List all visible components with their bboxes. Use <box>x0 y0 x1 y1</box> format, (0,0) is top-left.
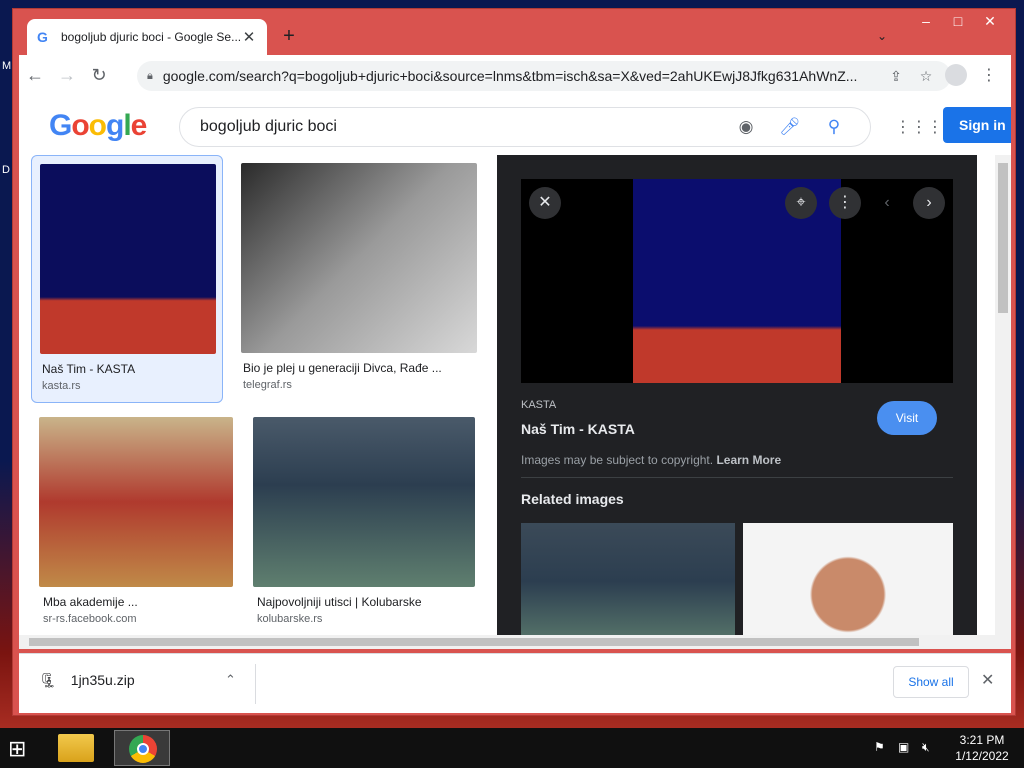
bookmark-star-icon[interactable]: ☆ <box>911 68 941 85</box>
image-result-card[interactable]: Najpovoljniji utisci | Kolubarske koluba… <box>241 411 481 631</box>
lock-icon: 🔒︎ <box>147 69 153 82</box>
close-panel-icon[interactable]: ✕ <box>529 187 561 219</box>
reload-icon[interactable]: ↻ <box>83 65 115 86</box>
chevron-up-icon[interactable]: ⌃ <box>225 672 236 688</box>
result-thumbnail[interactable] <box>241 163 477 353</box>
apps-grid-icon[interactable]: ⋮⋮⋮ <box>895 117 943 137</box>
zip-file-icon: 🗜︎ <box>39 672 57 688</box>
copyright-text: Images may be subject to copyright. <box>521 453 714 467</box>
close-tab-icon[interactable]: ✕ <box>241 28 257 46</box>
taskbar: ⊞ ⚑ ▣ 🔇︎ 3:21 PM 1/12/2022 <box>0 728 1024 768</box>
tab-search-chevron-icon[interactable]: ⌄ <box>877 29 887 43</box>
windows-start-icon[interactable]: ⊞ <box>8 736 26 762</box>
search-box[interactable]: bogoljub djuric boci ◉ 🎤︎ ⚲ <box>179 107 871 147</box>
browser-window: G bogoljub djuric boci - Google Se... ✕ … <box>12 8 1016 716</box>
profile-avatar-icon[interactable] <box>945 64 967 86</box>
related-images-heading: Related images <box>521 491 624 507</box>
microphone-icon[interactable]: 🎤︎ <box>768 117 812 137</box>
volume-muted-icon[interactable]: 🔇︎ <box>922 740 930 755</box>
clock-time: 3:21 PM <box>959 733 1005 747</box>
tab-strip: G bogoljub djuric boci - Google Se... ✕ … <box>13 9 1015 55</box>
back-arrow-icon[interactable]: ← <box>19 65 51 86</box>
result-caption[interactable]: Mba akademije ... <box>43 595 223 609</box>
preview-image-area: ✕ ⌖ ⋮ ‹ › <box>521 179 953 383</box>
maximize-icon[interactable]: □ <box>943 13 973 29</box>
logo-letter: l <box>123 109 131 142</box>
result-thumbnail[interactable] <box>39 417 233 587</box>
image-result-card[interactable]: Mba akademije ... sr-rs.facebook.com <box>31 411 235 631</box>
result-source[interactable]: sr-rs.facebook.com <box>43 613 137 625</box>
browser-menu-icon[interactable]: ⋮ <box>981 65 997 85</box>
image-result-card[interactable]: Naš Tim - KASTA kasta.rs <box>31 155 223 403</box>
result-caption[interactable]: Najpovoljniji utisci | Kolubarske <box>257 595 477 609</box>
chrome-taskbar-button[interactable] <box>114 730 170 766</box>
preview-site-name[interactable]: KASTA <box>521 399 556 411</box>
flag-icon[interactable]: ⚑ <box>874 740 885 754</box>
camera-icon[interactable]: ◉ <box>724 117 768 137</box>
system-clock[interactable]: 3:21 PM 1/12/2022 <box>944 732 1020 764</box>
previous-arrow-icon[interactable]: ‹ <box>871 187 903 219</box>
result-source[interactable]: kasta.rs <box>42 380 81 392</box>
result-source[interactable]: kolubarske.rs <box>257 613 322 625</box>
url-text[interactable]: google.com/search?q=bogoljub+djuric+boci… <box>163 68 881 84</box>
related-image[interactable] <box>521 523 735 649</box>
new-tab-button[interactable]: + <box>277 25 301 48</box>
google-logo[interactable]: Google <box>49 109 148 143</box>
vertical-scrollbar[interactable] <box>995 155 1011 649</box>
desktop-label: M <box>2 60 12 72</box>
copyright-notice: Images may be subject to copyright. Lear… <box>521 453 781 467</box>
network-icon[interactable]: ▣ <box>898 740 909 754</box>
downloads-bar: 🗜︎ 1jn35u.zip ⌃ Show all ✕ <box>19 653 1011 713</box>
logo-letter: g <box>106 109 124 142</box>
google-images-page: Google bogoljub djuric boci ◉ 🎤︎ ⚲ ⋮⋮⋮ S… <box>19 95 1011 649</box>
minimize-icon[interactable]: – <box>911 13 941 29</box>
tab-title: bogoljub djuric boci - Google Se... <box>61 30 241 44</box>
result-thumbnail[interactable] <box>40 164 216 354</box>
share-icon[interactable]: ⇪ <box>881 68 911 85</box>
logo-letter: G <box>49 109 72 142</box>
downloads-divider <box>255 664 256 704</box>
download-item[interactable]: 🗜︎ 1jn35u.zip <box>39 672 135 689</box>
scrollbar-thumb[interactable] <box>998 163 1008 313</box>
search-icon[interactable]: ⚲ <box>812 117 856 137</box>
scrollbar-thumb[interactable] <box>29 638 919 646</box>
file-explorer-icon[interactable] <box>58 734 94 762</box>
panel-divider <box>521 477 953 478</box>
download-file-name[interactable]: 1jn35u.zip <box>71 672 135 688</box>
result-caption[interactable]: Naš Tim - KASTA <box>42 362 218 376</box>
image-preview-panel: ✕ ⌖ ⋮ ‹ › KASTA Naš Tim - KASTA Visit Im… <box>497 155 977 649</box>
next-arrow-icon[interactable]: › <box>913 187 945 219</box>
google-favicon-icon: G <box>37 29 48 45</box>
result-source[interactable]: telegraf.rs <box>243 379 292 391</box>
logo-letter: o <box>71 109 89 142</box>
lens-search-icon[interactable]: ⌖ <box>785 187 817 219</box>
learn-more-link[interactable]: Learn More <box>716 453 781 467</box>
image-results-grid: Naš Tim - KASTA kasta.rs Bio je plej u g… <box>19 155 489 649</box>
image-result-card[interactable]: Bio je plej u generaciji Divca, Rađe ...… <box>233 155 477 403</box>
sign-in-button[interactable]: Sign in <box>943 107 1011 143</box>
desktop-label: D <box>2 164 10 176</box>
close-downloads-icon[interactable]: ✕ <box>981 670 994 690</box>
forward-arrow-icon[interactable]: → <box>51 65 83 86</box>
more-options-icon[interactable]: ⋮ <box>829 187 861 219</box>
chrome-icon <box>129 735 157 763</box>
browser-tab[interactable]: G bogoljub djuric boci - Google Se... ✕ <box>27 19 267 55</box>
preview-title[interactable]: Naš Tim - KASTA <box>521 421 635 437</box>
logo-letter: o <box>88 109 107 142</box>
logo-text: Google <box>49 109 148 142</box>
address-bar[interactable]: 🔒︎ google.com/search?q=bogoljub+djuric+b… <box>137 61 951 91</box>
result-thumbnail[interactable] <box>253 417 475 587</box>
related-image[interactable] <box>743 523 953 649</box>
search-input[interactable]: bogoljub djuric boci <box>200 118 724 136</box>
show-all-button[interactable]: Show all <box>893 666 969 698</box>
result-caption[interactable]: Bio je plej u generaciji Divca, Rađe ... <box>243 361 473 375</box>
horizontal-scrollbar[interactable] <box>19 635 995 649</box>
close-window-icon[interactable]: ✕ <box>975 13 1005 30</box>
browser-toolbar: ← → ↻ 🔒︎ google.com/search?q=bogoljub+dj… <box>19 55 1011 95</box>
visit-button[interactable]: Visit <box>877 401 937 435</box>
logo-letter: e <box>130 109 148 142</box>
clock-date: 1/12/2022 <box>955 749 1009 763</box>
